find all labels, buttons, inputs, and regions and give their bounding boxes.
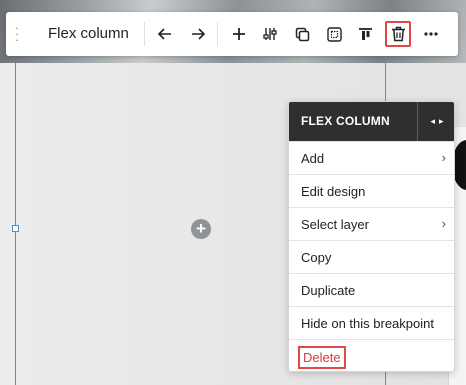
toolbar-divider bbox=[144, 22, 145, 46]
menu-item-label: Copy bbox=[301, 250, 332, 265]
element-toolbar: · · · Flex column bbox=[6, 12, 458, 56]
prev-arrow-icon[interactable]: ◂ bbox=[430, 116, 435, 127]
next-arrow-icon[interactable]: ▸ bbox=[439, 116, 444, 127]
menu-item-add[interactable]: Add › bbox=[289, 141, 454, 174]
menu-item-duplicate[interactable]: Duplicate bbox=[289, 273, 454, 306]
context-menu: FLEX COLUMN ◂ ▸ Add › Edit design Select… bbox=[288, 101, 455, 372]
resize-handle[interactable] bbox=[12, 225, 19, 232]
menu-item-label: Add bbox=[301, 151, 325, 166]
selection-border-left bbox=[15, 63, 16, 385]
chevron-right-icon: › bbox=[441, 216, 446, 231]
menu-header-title: FLEX COLUMN bbox=[301, 114, 390, 128]
menu-item-edit-design[interactable]: Edit design bbox=[289, 174, 454, 207]
menu-item-copy[interactable]: Copy bbox=[289, 240, 454, 273]
chevron-right-icon: › bbox=[441, 150, 446, 165]
arrow-right-icon[interactable] bbox=[185, 21, 211, 47]
menu-item-label: Edit design bbox=[301, 184, 366, 199]
select-parent-icon[interactable] bbox=[321, 21, 347, 47]
trash-icon[interactable] bbox=[385, 21, 411, 47]
drag-grip-icon[interactable]: · · · bbox=[12, 21, 22, 46]
menu-item-select-layer[interactable]: Select layer › bbox=[289, 207, 454, 240]
align-top-icon[interactable] bbox=[352, 21, 378, 47]
menu-header: FLEX COLUMN ◂ ▸ bbox=[289, 102, 454, 141]
menu-item-label: Hide on this breakpoint bbox=[301, 316, 434, 331]
duplicate-icon[interactable] bbox=[289, 21, 315, 47]
menu-item-hide-on-breakpoint[interactable]: Hide on this breakpoint bbox=[289, 306, 454, 339]
more-icon[interactable] bbox=[418, 21, 444, 47]
plus-icon[interactable] bbox=[226, 21, 252, 47]
toolbar-divider bbox=[217, 22, 218, 46]
arrow-left-icon[interactable] bbox=[152, 21, 178, 47]
sliders-icon[interactable] bbox=[257, 21, 283, 47]
menu-item-delete[interactable]: Delete bbox=[289, 339, 454, 371]
plus-circle-icon[interactable]: + bbox=[191, 219, 211, 239]
toolbar-title: Flex column bbox=[48, 25, 129, 42]
menu-item-label: Select layer bbox=[301, 217, 369, 232]
menu-item-label: Duplicate bbox=[301, 283, 356, 298]
menu-item-label: Delete bbox=[298, 346, 346, 369]
element-nav-arrows[interactable]: ◂ ▸ bbox=[418, 102, 454, 141]
